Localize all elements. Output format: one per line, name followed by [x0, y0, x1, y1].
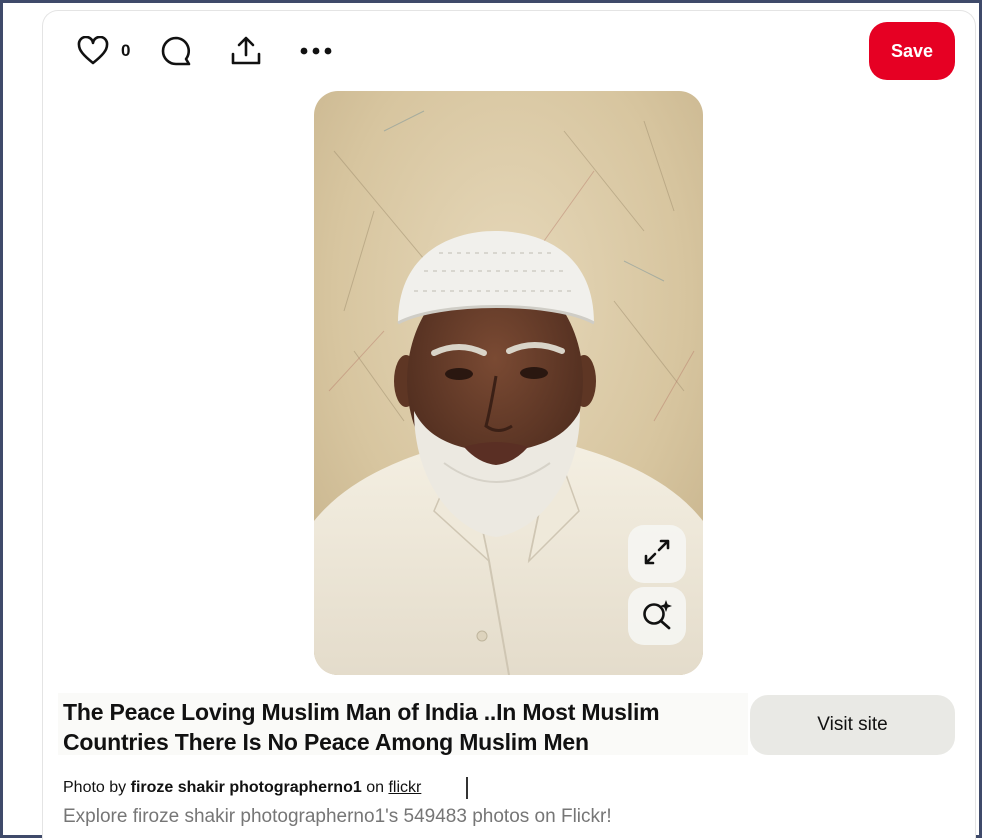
pin-description: Explore firoze shakir photographerno1's … [63, 806, 612, 827]
expand-icon [642, 537, 672, 572]
attribution-divider [466, 777, 468, 799]
more-icon[interactable] [299, 34, 333, 68]
on-label: on [366, 779, 384, 796]
share-icon[interactable] [229, 34, 263, 68]
author-name[interactable]: firoze shakir photographerno1 [131, 779, 362, 796]
visit-site-button[interactable]: Visit site [750, 695, 955, 755]
save-button[interactable]: Save [869, 22, 955, 80]
like-count: 0 [121, 41, 131, 60]
pin-image[interactable] [314, 91, 703, 675]
heart-icon[interactable] [76, 34, 110, 68]
source-link[interactable]: flickr [388, 779, 421, 796]
visual-search-button[interactable] [628, 587, 686, 645]
comment-icon[interactable] [159, 34, 193, 68]
expand-button[interactable] [628, 525, 686, 583]
pin-title: The Peace Loving Muslim Man of India ..I… [63, 699, 660, 755]
photo-by-label: Photo by [63, 779, 127, 796]
attribution: Photo by firoze shakir photographerno1 o… [63, 779, 421, 797]
visual-search-icon [641, 598, 673, 635]
